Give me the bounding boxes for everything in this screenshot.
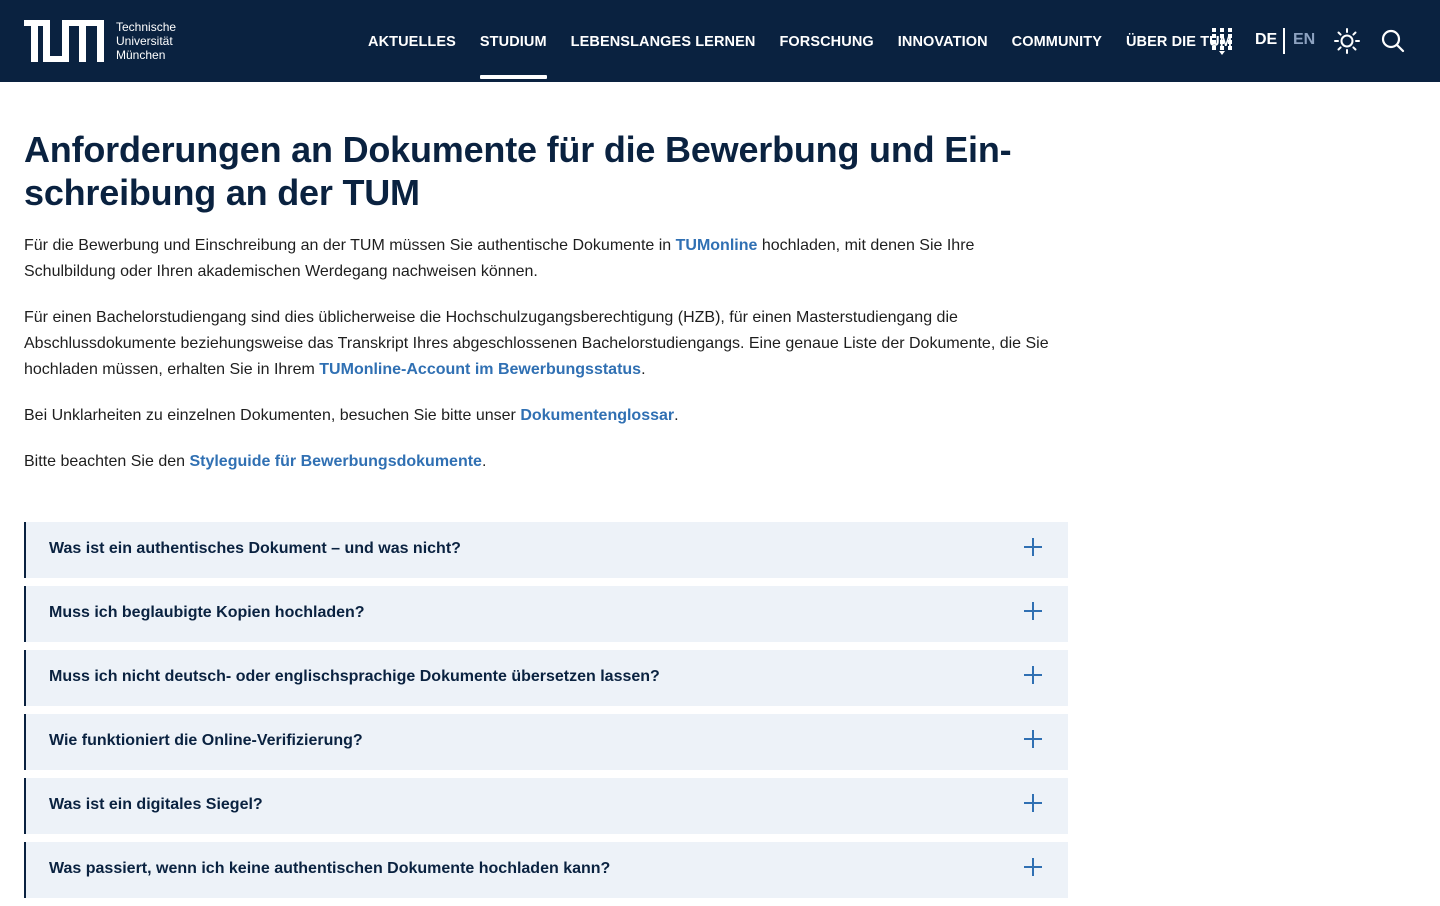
plus-icon[interactable] <box>1024 538 1042 556</box>
accordion-question: Was ist ein digitales Siegel? <box>49 796 263 813</box>
accordion-item-digital-seal[interactable]: Was ist ein digitales Siegel? <box>24 778 1068 834</box>
logo-line-3: München <box>116 48 166 62</box>
nav-item-community[interactable]: COMMUNITY <box>1012 0 1102 82</box>
p4-text-before: Bitte beachten Sie den <box>24 453 190 470</box>
plus-icon[interactable] <box>1024 794 1042 812</box>
styleguide-link[interactable]: Styleguide für Bewerbungsdokumente <box>189 453 481 470</box>
accordion-item-certified-copies[interactable]: Muss ich beglaubigte Kopien hochladen? <box>24 586 1068 642</box>
accordion-question: Muss ich beglaubigte Kopien hochladen? <box>49 604 365 621</box>
plus-icon[interactable] <box>1024 602 1042 620</box>
p4-text-after: . <box>481 453 487 470</box>
main-nav: AKTUELLES STUDIUM LEBENSLANGES LERNEN FO… <box>368 0 1256 82</box>
nav-item-aktuelles[interactable]: AKTUELLES <box>368 0 456 82</box>
accordion-question: Was ist ein authentisches Dokument – und… <box>49 540 461 557</box>
nav-item-forschung[interactable]: FORSCHUNG <box>779 0 873 82</box>
accordion-item-no-authentic-documents[interactable]: Was passiert, wenn ich keine authentisch… <box>24 842 1068 898</box>
p2-text-after: . <box>641 361 646 378</box>
dokumentenglossar-link[interactable]: Dokumentenglossar <box>520 407 674 424</box>
plus-icon[interactable] <box>1024 858 1042 876</box>
intro-paragraph-3: Bei Unklarheiten zu einzelnen Dokumenten… <box>24 403 1070 429</box>
university-name: Technische Universität München <box>116 20 176 62</box>
intro-paragraph-2: Für einen Bachelorstudiengang sind dies … <box>24 305 1070 383</box>
plus-icon[interactable] <box>1024 730 1042 748</box>
accordion-question: Was passiert, wenn ich keine authentisch… <box>49 860 611 877</box>
plus-icon[interactable] <box>1024 666 1042 684</box>
page-title: Anforderungen an Dokumente für die Bewer… <box>24 129 1012 213</box>
accordion-item-authentic-document[interactable]: Was ist ein authentisches Dokument – und… <box>24 522 1068 578</box>
intro-paragraph-4: Bitte beachten Sie den Styleguide für Be… <box>24 449 1070 475</box>
tum-logo-icon <box>24 20 104 62</box>
site-header: Technische Universität München AKTUELLES… <box>0 0 1440 82</box>
language-de[interactable]: DE <box>1255 31 1277 49</box>
accordion-item-translation[interactable]: Muss ich nicht deutsch- oder englischspr… <box>24 650 1068 706</box>
nav-item-studium[interactable]: STUDIUM <box>479 0 547 82</box>
main-content: Anforderungen an Dokumente für die Bewer… <box>24 128 1070 495</box>
tum-logo[interactable]: Technische Universität München <box>24 20 176 62</box>
nav-item-innovation[interactable]: INNOVATION <box>898 0 988 82</box>
faq-accordion: Was ist ein authentisches Dokument – und… <box>24 522 1068 906</box>
search-icon[interactable] <box>1381 29 1405 53</box>
accordion-question: Muss ich nicht deutsch- oder englischspr… <box>49 668 660 685</box>
tumonline-link[interactable]: TUMonline <box>676 237 758 254</box>
intro-paragraph-1: Für die Bewerbung und Einschreibung an d… <box>24 233 1070 285</box>
p3-text-before: Bei Unklarheiten zu einzelnen Dokumenten… <box>24 407 521 424</box>
bewerbungsstatus-link[interactable]: TUMonline-Account im Bewerbungsstatus <box>319 361 641 378</box>
nav-item-lebenslanges-lernen[interactable]: LEBENSLANGES LERNEN <box>571 0 756 82</box>
p3-text-after: . <box>674 407 679 424</box>
logo-line-2: Universität <box>116 34 173 48</box>
apps-grid-icon[interactable] <box>1211 28 1233 56</box>
sun-icon[interactable] <box>1334 28 1360 54</box>
p1-text-before: Für die Bewerbung und Einschreibung an d… <box>24 237 676 254</box>
language-en[interactable]: EN <box>1293 31 1315 49</box>
accordion-item-online-verification[interactable]: Wie funktioniert die Online-Verifizierun… <box>24 714 1068 770</box>
logo-line-1: Technische <box>116 20 177 34</box>
accordion-question: Wie funktioniert die Online-Verifizierun… <box>49 732 363 749</box>
language-separator <box>1283 28 1285 54</box>
